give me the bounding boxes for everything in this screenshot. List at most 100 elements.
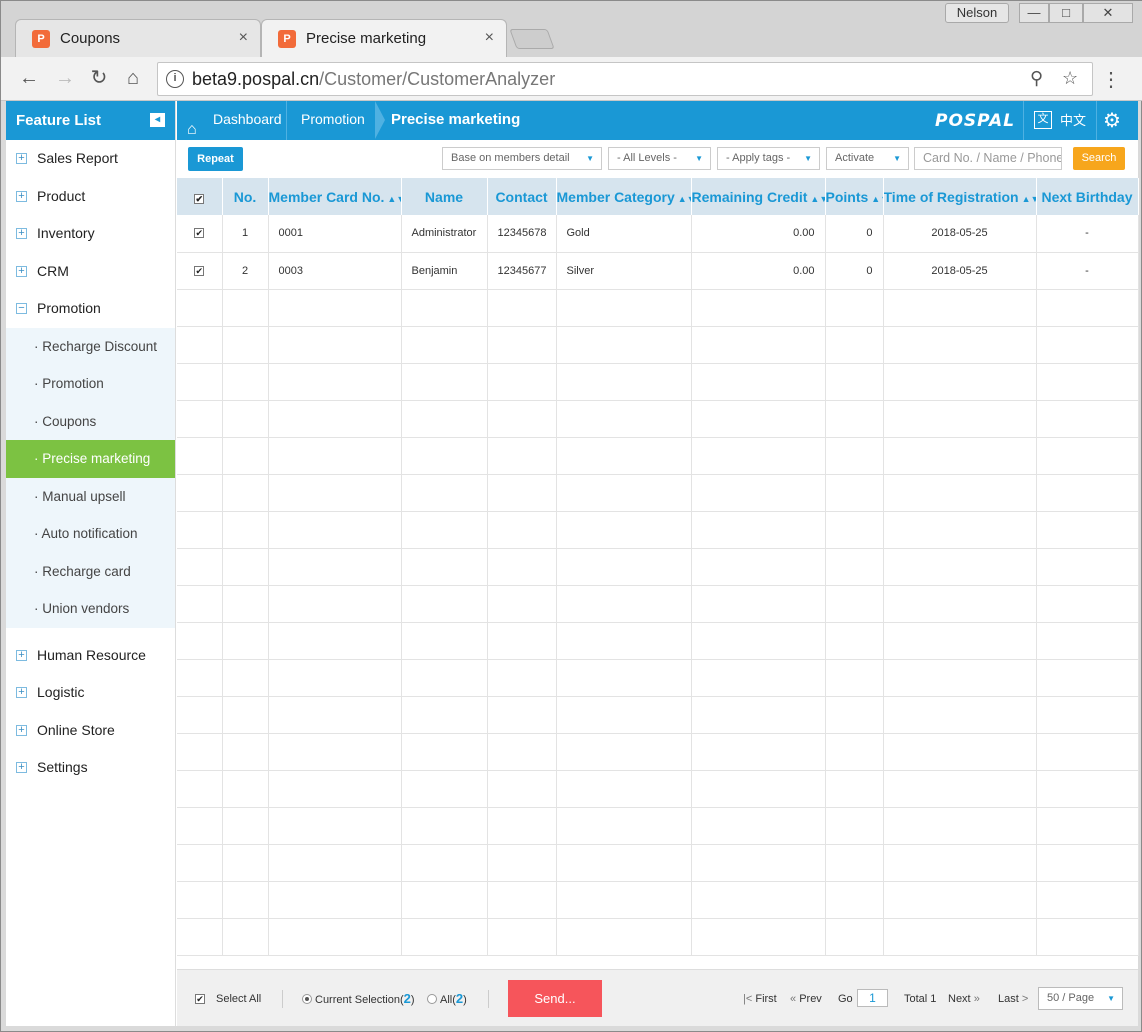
search-input[interactable]: Card No. / Name / Phone <box>914 147 1062 170</box>
sidebar-item[interactable]: + Product <box>6 178 175 216</box>
empty-row <box>177 437 1139 475</box>
column-header-registration[interactable]: Time of Registration▲▼ <box>883 178 1037 215</box>
star-icon[interactable]: ☆ <box>1062 68 1078 89</box>
column-header-name: Name <box>401 178 488 215</box>
cell-registration: 2018-05-25 <box>883 215 1037 253</box>
column-header-category[interactable]: Member Category▲▼ <box>556 178 692 215</box>
sidebar-item-label: CRM <box>37 262 69 279</box>
table-row[interactable]: ✔ 1 0001 Administrator 12345678 Gold 0.0… <box>177 215 1139 253</box>
row-checkbox[interactable]: ✔ <box>177 215 223 253</box>
sidebar-item[interactable]: + CRM <box>6 253 175 291</box>
empty-row <box>177 918 1139 956</box>
close-window-button[interactable]: ✕ <box>1083 3 1133 23</box>
back-arrow-icon[interactable]: ← <box>17 67 41 89</box>
row-checkbox[interactable]: ✔ <box>177 252 223 290</box>
cell-contact: 12345677 <box>487 252 557 290</box>
submenu-item[interactable]: · Promotion <box>6 365 175 403</box>
minimize-button[interactable]: — <box>1019 3 1049 23</box>
prev-page-button[interactable]: « Prev <box>790 991 822 1007</box>
next-page-button[interactable]: Next » <box>948 991 980 1007</box>
gear-icon[interactable]: ⚙ <box>1103 108 1121 133</box>
sidebar-item[interactable]: + Online Store <box>6 712 175 750</box>
language-switch[interactable]: 文 中文 <box>1023 101 1097 140</box>
forward-arrow-icon[interactable]: → <box>53 67 77 89</box>
expand-icon: + <box>16 190 27 202</box>
submenu-item[interactable]: · Manual upsell <box>6 478 175 516</box>
tab-coupons[interactable]: P Coupons × <box>15 19 261 57</box>
menu-dots-icon[interactable]: ⋮ <box>1101 67 1121 92</box>
sidebar-item[interactable]: + Human Resource <box>6 637 175 675</box>
cell-registration: 2018-05-25 <box>883 252 1037 290</box>
home-icon[interactable]: ⌂ <box>121 67 145 89</box>
submenu-item[interactable]: · Union vendors <box>6 590 175 628</box>
collapse-sidebar-icon[interactable]: ◂ <box>150 113 165 127</box>
promotion-submenu: · Recharge Discount · Promotion · Coupons ·… <box>6 327 175 628</box>
expand-icon: + <box>16 265 27 277</box>
current-selection-radio[interactable]: Current Selection(2) <box>302 991 415 1008</box>
submenu-item[interactable]: · Auto notification <box>6 515 175 553</box>
expand-icon: + <box>16 687 27 698</box>
submenu-item[interactable]: · Coupons <box>6 403 175 441</box>
table-row[interactable]: ✔ 2 0003 Benjamin 12345677 Silver 0.00 0… <box>177 252 1139 290</box>
zoom-icon[interactable]: ⚲ <box>1030 68 1043 89</box>
submenu-item[interactable]: · Precise marketing <box>6 440 175 478</box>
select-all-header-checkbox[interactable]: ✔ <box>177 178 223 215</box>
expand-icon: + <box>16 228 27 239</box>
sidebar-item[interactable]: + Logistic <box>6 674 175 712</box>
last-page-button[interactable]: Last > <box>998 991 1028 1007</box>
expand-icon: + <box>16 724 27 736</box>
maximize-button[interactable]: □ <box>1049 3 1083 23</box>
sidebar-header: Feature List ◂ <box>6 101 175 140</box>
page-number-input[interactable]: 1 <box>857 989 888 1007</box>
empty-row <box>177 696 1139 734</box>
new-tab-button[interactable] <box>509 29 555 49</box>
empty-row <box>177 585 1139 623</box>
filter-bar: Repeat Base on members detail ▼ - All Lev… <box>177 140 1138 178</box>
cell-no: 1 <box>222 215 269 253</box>
pospal-favicon-icon: P <box>278 30 296 48</box>
search-button[interactable]: Search <box>1073 147 1125 170</box>
submenu-item[interactable]: · Recharge card <box>6 553 175 591</box>
cell-credit: 0.00 <box>691 215 826 253</box>
members-table: ✔ No. Member Card No.▲▼ Name Contact Mem… <box>177 178 1139 956</box>
select-all-checkbox[interactable]: ✔ <box>195 991 205 1007</box>
submenu-item[interactable]: · Recharge Discount <box>6 328 175 366</box>
expand-icon: + <box>16 649 27 661</box>
status-select-value: Activate <box>835 152 875 164</box>
reload-icon[interactable]: ↻ <box>87 67 111 89</box>
sidebar-item[interactable]: + Inventory <box>6 215 175 253</box>
sidebar-item-label: Sales Report <box>37 150 118 166</box>
tab-title: Precise marketing <box>306 30 427 47</box>
top-nav-bar: ⌂ Dashboard Promotion Precise marketing … <box>177 101 1138 140</box>
column-header-card[interactable]: Member Card No.▲▼ <box>268 178 402 215</box>
breadcrumb-promotion[interactable]: Promotion <box>287 101 375 140</box>
tab-precise-marketing[interactable]: P Precise marketing × <box>261 19 507 57</box>
address-bar[interactable]: i beta9.pospal.cn/Customer/CustomerAnaly… <box>157 62 1093 96</box>
profile-badge[interactable]: Nelson <box>945 3 1009 23</box>
info-icon[interactable]: i <box>166 70 184 88</box>
tab-close-icon[interactable]: × <box>485 29 494 47</box>
tags-select[interactable]: - Apply tags - ▼ <box>717 147 820 170</box>
empty-row <box>177 844 1139 882</box>
sidebar-item[interactable]: + Sales Report <box>6 140 175 178</box>
empty-row <box>177 659 1139 697</box>
empty-row <box>177 807 1139 845</box>
divider <box>282 990 283 1008</box>
all-radio[interactable]: All(2) <box>427 991 467 1008</box>
column-header-points[interactable]: Points▲▼ <box>825 178 884 215</box>
sidebar-item[interactable]: + Settings <box>6 749 175 787</box>
first-page-button[interactable]: |< First <box>743 991 777 1007</box>
send-button[interactable]: Send... <box>508 980 602 1017</box>
sidebar-item[interactable]: − Promotion <box>6 290 175 328</box>
breadcrumb-dashboard[interactable]: ⌂ Dashboard <box>177 101 287 140</box>
basis-select[interactable]: Base on members detail ▼ <box>442 147 602 170</box>
expand-icon: + <box>16 762 27 773</box>
per-page-select[interactable]: 50 / Page ▼ <box>1038 987 1123 1010</box>
repeat-button[interactable]: Repeat <box>188 147 243 171</box>
column-header-credit[interactable]: Remaining Credit▲▼ <box>691 178 826 215</box>
levels-select[interactable]: - All Levels - ▼ <box>608 147 711 170</box>
tab-close-icon[interactable]: × <box>239 29 248 47</box>
sort-icon: ▲▼ <box>810 193 824 204</box>
sidebar-title: Feature List <box>16 112 102 129</box>
status-select[interactable]: Activate ▼ <box>826 147 909 170</box>
